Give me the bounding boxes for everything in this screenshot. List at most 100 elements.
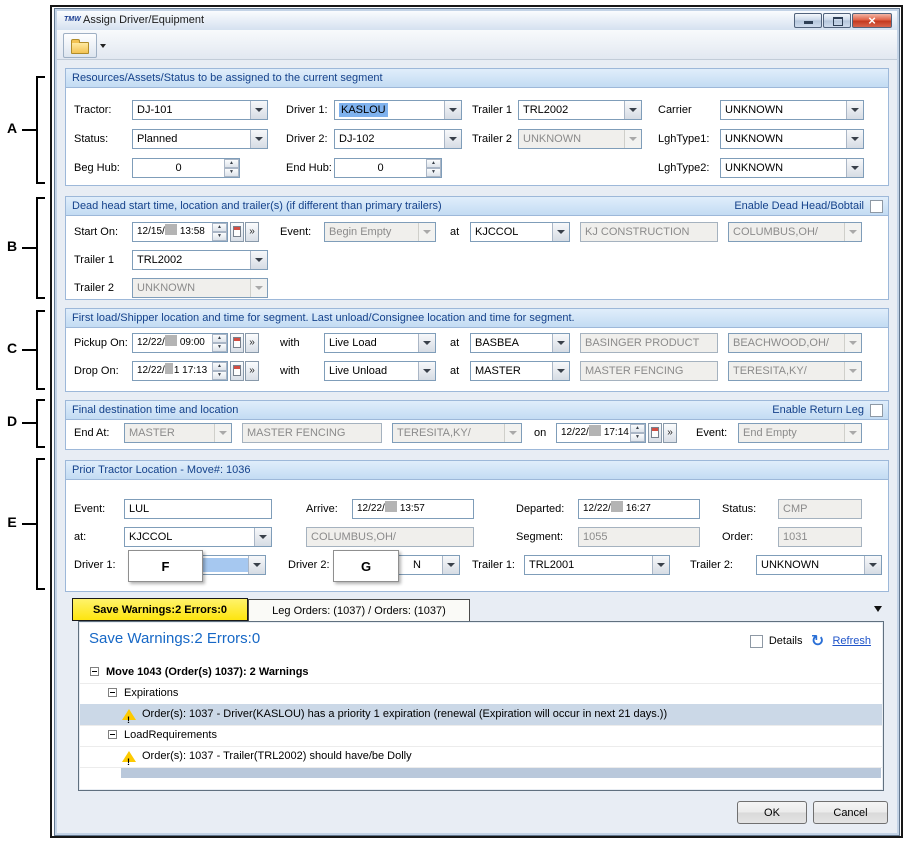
tab-leg-orders[interactable]: Leg Orders: (1037) / Orders: (1037) [248, 599, 470, 622]
prior-trailer1-combo[interactable]: TRL2001 [524, 555, 670, 575]
chevron-down-icon[interactable] [444, 101, 461, 119]
ok-button[interactable]: OK [737, 801, 807, 824]
calendar-icon[interactable] [230, 222, 244, 242]
chevron-down-icon[interactable] [250, 130, 267, 148]
chevron-down-icon[interactable] [624, 101, 641, 119]
date-part: 12/22/ [583, 503, 611, 514]
warning-row-loadrequirement[interactable]: Order(s): 1037 - Trailer(TRL2002) should… [80, 746, 882, 768]
tractor-combo[interactable]: DJ-101 [132, 100, 268, 120]
pickup-location-combo[interactable]: BASBEA [470, 333, 570, 353]
combo-value-selected: KASLOU [339, 103, 388, 117]
maximize-button[interactable] [823, 13, 851, 28]
tree-row-move[interactable]: Move 1043 (Order(s) 1037): 2 Warnings [80, 662, 882, 684]
chevron-down-icon[interactable] [418, 334, 435, 352]
deadhead-location-combo[interactable]: KJCCOL [470, 222, 570, 242]
chevron-down-icon[interactable] [418, 362, 435, 380]
prior-trailer2-combo[interactable]: UNKNOWN [756, 555, 882, 575]
date-value: 12/22/1 17:13 [137, 362, 211, 380]
status-combo[interactable]: Planned [132, 129, 268, 149]
selection-bar[interactable] [121, 768, 881, 778]
spinner-control[interactable] [224, 159, 239, 177]
collapse-icon[interactable] [108, 730, 117, 739]
enable-deadhead-checkbox[interactable] [870, 200, 883, 213]
event-label: Event: [696, 423, 727, 443]
spinner-control[interactable] [630, 424, 645, 442]
beg-hub-label: Beg Hub: [74, 158, 120, 178]
tab-overflow-icon[interactable] [874, 606, 882, 612]
tab-save-warnings[interactable]: Save Warnings:2 Errors:0 [72, 598, 248, 621]
lghtype2-combo[interactable]: UNKNOWN [720, 158, 864, 178]
trailer1-combo[interactable]: TRL2002 [518, 100, 642, 120]
chevron-down-icon[interactable] [254, 528, 271, 546]
date-part: 12/22/ [137, 337, 165, 348]
chevron-down-icon[interactable] [652, 556, 669, 574]
spinner-control[interactable] [212, 334, 227, 352]
chevron-down-icon[interactable] [552, 334, 569, 352]
chevron-down-icon[interactable] [846, 101, 863, 119]
more-options-button[interactable] [663, 423, 677, 443]
lghtype1-combo[interactable]: UNKNOWN [720, 129, 864, 149]
combo-value: End Empty [743, 424, 843, 442]
minimize-button[interactable] [794, 13, 822, 28]
refresh-link[interactable]: Refresh [832, 635, 871, 647]
chevron-down-icon[interactable] [250, 251, 267, 269]
beg-hub-field[interactable]: 0 [132, 158, 240, 178]
pickup-datetime[interactable]: 12/22/09:00 [132, 333, 228, 353]
chevron-down-icon[interactable] [552, 223, 569, 241]
calendar-icon[interactable] [648, 423, 662, 443]
cancel-button[interactable]: Cancel [813, 801, 888, 824]
pickup-city-combo: BEACHWOOD,OH/ [728, 333, 862, 353]
end-hub-field[interactable]: 0 [334, 158, 442, 178]
date-part: 13:58 [180, 226, 205, 237]
drop-location-combo[interactable]: MASTER [470, 361, 570, 381]
drop-datetime[interactable]: 12/22/1 17:13 [132, 361, 228, 381]
chevron-down-icon[interactable] [250, 101, 267, 119]
section-finaldest-header: Final destination time and location Enab… [66, 401, 888, 420]
carrier-combo[interactable]: UNKNOWN [720, 100, 864, 120]
spinner-control[interactable] [212, 223, 227, 241]
final-datetime[interactable]: 12/22/17:14 [556, 423, 646, 443]
prior-arrive-field[interactable]: 12/22/13:57 [352, 499, 474, 519]
collapse-icon[interactable] [90, 667, 99, 676]
chevron-down-icon[interactable] [846, 130, 863, 148]
prior-event-field[interactable]: LUL [124, 499, 272, 519]
driver1-combo[interactable]: KASLOU [334, 100, 462, 120]
chevron-down-icon[interactable] [442, 556, 459, 574]
more-options-button[interactable] [245, 333, 259, 353]
chevron-down-icon[interactable] [444, 130, 461, 148]
toolbar-dropdown-icon[interactable] [100, 44, 106, 48]
tree-row-expirations[interactable]: Expirations [80, 683, 882, 705]
chevron-down-icon[interactable] [864, 556, 881, 574]
end-at-combo: MASTER [124, 423, 232, 443]
details-checkbox[interactable] [750, 635, 763, 648]
deadhead-start-datetime[interactable]: 12/15/13:58 [132, 222, 228, 242]
refresh-icon[interactable] [808, 631, 826, 651]
prior-location-combo[interactable]: KJCCOL [124, 527, 272, 547]
chevron-down-icon [504, 424, 521, 442]
spinner-control[interactable] [426, 159, 441, 177]
chevron-down-icon[interactable] [552, 362, 569, 380]
more-options-button[interactable] [245, 361, 259, 381]
enable-return-leg-checkbox[interactable] [870, 404, 883, 417]
calendar-icon[interactable] [230, 361, 244, 381]
order-label: Order: [722, 527, 753, 547]
open-button[interactable] [63, 33, 97, 58]
close-button[interactable] [852, 13, 892, 28]
tree-row-loadrequirements[interactable]: LoadRequirements [80, 725, 882, 747]
prior-departed-field[interactable]: 12/22/16:27 [578, 499, 700, 519]
calendar-icon[interactable] [230, 333, 244, 353]
warning-row-expiration[interactable]: Order(s): 1037 - Driver(KASLOU) has a pr… [80, 704, 882, 726]
section-title: Dead head start time, location and trail… [72, 200, 442, 212]
deadhead-trailer1-combo[interactable]: TRL2002 [132, 250, 268, 270]
drop-event-combo[interactable]: Live Unload [324, 361, 436, 381]
pickup-event-combo[interactable]: Live Load [324, 333, 436, 353]
section-deadhead-header: Dead head start time, location and trail… [66, 197, 888, 216]
more-options-button[interactable] [245, 222, 259, 242]
collapse-icon[interactable] [108, 688, 117, 697]
driver2-combo[interactable]: DJ-102 [334, 129, 462, 149]
spinner-control[interactable] [212, 362, 227, 380]
chevron-down-icon[interactable] [248, 556, 265, 574]
chevron-down-icon[interactable] [846, 159, 863, 177]
section-deadhead: Dead head start time, location and trail… [65, 196, 889, 300]
on-label: on [534, 423, 546, 443]
